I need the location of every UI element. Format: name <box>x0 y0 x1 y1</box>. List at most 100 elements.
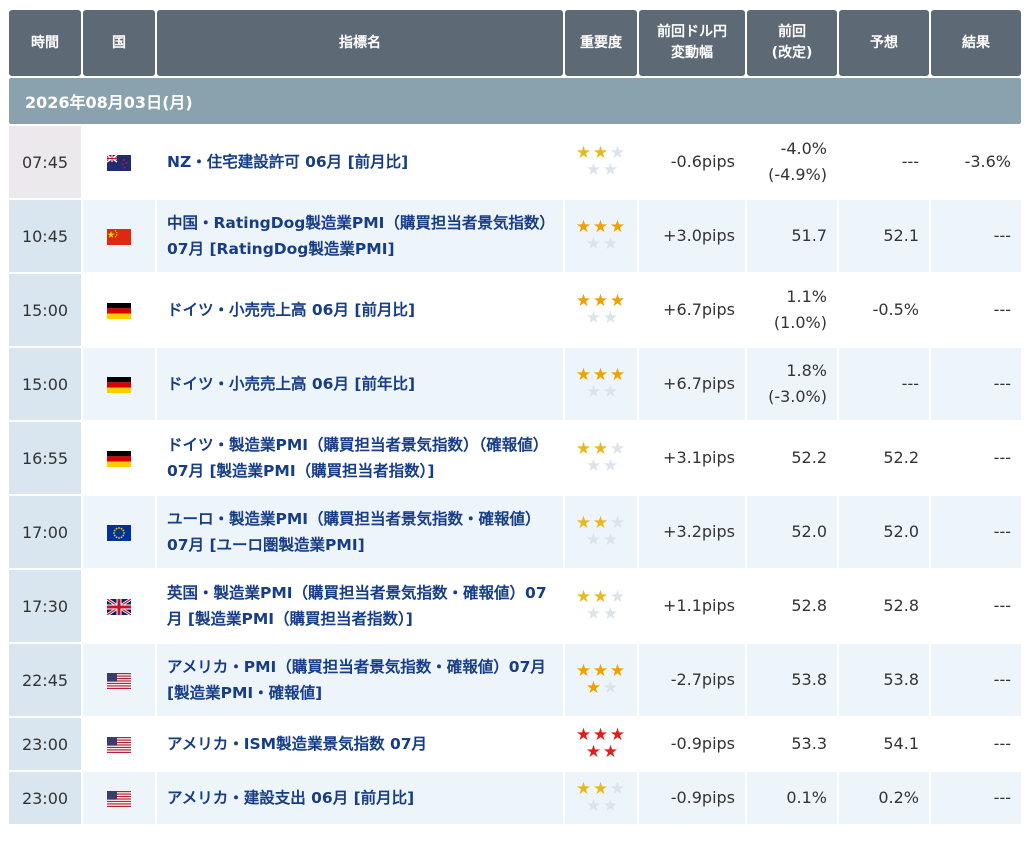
col-header-forecast: 予想 <box>839 10 929 76</box>
header-row: 時間 国 指標名 重要度 前回ドル円 変動幅 前回 (改定) 予想 結果 <box>9 10 1021 76</box>
country-flag-cell <box>83 200 155 272</box>
star-icon: ★ <box>602 604 618 624</box>
country-flag-cell <box>83 718 155 770</box>
forecast-value: 53.8 <box>839 644 929 716</box>
importance-stars: ★ ★ ★ ★ ★ <box>574 515 628 549</box>
germany-flag-icon <box>107 451 131 467</box>
us-flag-icon <box>107 791 131 807</box>
importance-stars: ★ ★ ★ ★ ★ <box>574 367 628 401</box>
previous-cell: 53.3 <box>747 718 837 770</box>
country-flag-cell <box>83 422 155 494</box>
event-row: 10:45 中国・RatingDog製造業PMI（購買担当者景気指数）07月 [R… <box>9 200 1021 272</box>
country-flag-cell <box>83 772 155 824</box>
importance-cell: ★ ★ ★ ★ ★ <box>565 644 637 716</box>
result-value: --- <box>931 772 1021 824</box>
previous-cell: 53.8 <box>747 644 837 716</box>
previous-value: 52.0 <box>791 522 827 541</box>
star-icon: ★ <box>585 796 601 816</box>
indicator-link[interactable]: アメリカ・建設支出 06月 [前月比] <box>167 789 414 807</box>
result-value: --- <box>931 718 1021 770</box>
prev-change-value: +3.1pips <box>639 422 745 494</box>
revised-value: (-3.0%) <box>768 387 827 406</box>
importance-stars: ★ ★ ★ ★ ★ <box>574 293 628 327</box>
col-header-previous: 前回 (改定) <box>747 10 837 76</box>
indicator-link[interactable]: 中国・RatingDog製造業PMI（購買担当者景気指数）07月 [Rating… <box>167 214 547 258</box>
importance-cell: ★ ★ ★ ★ ★ <box>565 718 637 770</box>
country-flag-cell <box>83 644 155 716</box>
prev-change-value: -2.7pips <box>639 644 745 716</box>
forecast-value: 0.2% <box>839 772 929 824</box>
event-row: 23:00 アメリカ・ISM製造業景気指数 07月 ★ ★ ★ ★ ★ -0.9pips 53.… <box>9 718 1021 770</box>
col-header-result: 結果 <box>931 10 1021 76</box>
previous-cell: 52.2 <box>747 422 837 494</box>
china-flag-icon <box>107 229 131 245</box>
event-row: 17:30 英国・製造業PMI（購買担当者景気指数・確報値）07月 [製造業PMI… <box>9 570 1021 642</box>
germany-flag-icon <box>107 303 131 319</box>
result-value: --- <box>931 200 1021 272</box>
indicator-link[interactable]: 英国・製造業PMI（購買担当者景気指数・確報値）07月 [製造業PMI（購買担当… <box>167 584 547 628</box>
event-time: 07:45 <box>9 126 81 198</box>
importance-cell: ★ ★ ★ ★ ★ <box>565 348 637 420</box>
col-header-importance: 重要度 <box>565 10 637 76</box>
result-value: --- <box>931 422 1021 494</box>
col-header-indicator: 指標名 <box>157 10 563 76</box>
prev-change-line1: 前回ドル円 <box>657 24 727 40</box>
forecast-value: -0.5% <box>839 274 929 346</box>
star-icon: ★ <box>602 456 618 476</box>
previous-value: 1.8% <box>786 361 827 380</box>
previous-value: 53.3 <box>791 734 827 753</box>
indicator-link[interactable]: NZ・住宅建設許可 06月 [前月比] <box>167 153 408 171</box>
star-icon: ★ <box>585 234 601 254</box>
indicator-link[interactable]: ドイツ・小売売上高 06月 [前年比] <box>167 375 415 393</box>
importance-stars: ★ ★ ★ ★ ★ <box>574 781 628 815</box>
event-time: 23:00 <box>9 772 81 824</box>
date-row: 2026年08月03日(月) <box>9 78 1021 124</box>
previous-value: 1.1% <box>786 287 827 306</box>
eu-flag-icon <box>107 525 131 541</box>
star-icon: ★ <box>585 456 601 476</box>
importance-cell: ★ ★ ★ ★ ★ <box>565 422 637 494</box>
result-value: -3.6% <box>931 126 1021 198</box>
event-time: 17:30 <box>9 570 81 642</box>
previous-cell: 0.1% <box>747 772 837 824</box>
forecast-value: 52.2 <box>839 422 929 494</box>
indicator-cell: ドイツ・小売売上高 06月 [前月比] <box>157 274 563 346</box>
previous-cell: 51.7 <box>747 200 837 272</box>
prev-change-value: +6.7pips <box>639 348 745 420</box>
event-row: 17:00 ユーロ・製造業PMI（購買担当者景気指数・確報値）07月 [ユーロ圏製… <box>9 496 1021 568</box>
star-icon: ★ <box>602 234 618 254</box>
country-flag-cell <box>83 496 155 568</box>
importance-stars: ★ ★ ★ ★ ★ <box>574 145 628 179</box>
indicator-link[interactable]: ドイツ・小売売上高 06月 [前月比] <box>167 301 415 319</box>
event-time: 22:45 <box>9 644 81 716</box>
indicator-link[interactable]: アメリカ・PMI（購買担当者景気指数・確報値）07月 [製造業PMI・確報値] <box>167 658 546 702</box>
indicator-link[interactable]: ドイツ・製造業PMI（購買担当者景気指数）（確報値）07月 [製造業PMI（購買… <box>167 436 548 480</box>
importance-cell: ★ ★ ★ ★ ★ <box>565 200 637 272</box>
star-icon: ★ <box>602 796 618 816</box>
event-row: 23:00 アメリカ・建設支出 06月 [前月比] ★ ★ ★ ★ ★ -0.9pips 0.1… <box>9 772 1021 824</box>
prev-change-value: +3.2pips <box>639 496 745 568</box>
indicator-link[interactable]: アメリカ・ISM製造業景気指数 07月 <box>167 735 427 753</box>
prev-change-value: -0.9pips <box>639 772 745 824</box>
previous-line1: 前回 <box>778 24 806 40</box>
result-value: --- <box>931 496 1021 568</box>
indicator-cell: アメリカ・建設支出 06月 [前月比] <box>157 772 563 824</box>
result-value: --- <box>931 348 1021 420</box>
event-row: 07:45 NZ・住宅建設許可 06月 [前月比] ★ ★ ★ ★ ★ -0.6pips -4.… <box>9 126 1021 198</box>
star-icon: ★ <box>602 308 618 328</box>
result-value: --- <box>931 644 1021 716</box>
prev-change-value: -0.9pips <box>639 718 745 770</box>
indicator-link[interactable]: ユーロ・製造業PMI（購買担当者景気指数・確報値）07月 [ユーロ圏製造業PMI… <box>167 510 541 554</box>
col-header-time: 時間 <box>9 10 81 76</box>
event-time: 15:00 <box>9 348 81 420</box>
us-flag-icon <box>107 737 131 753</box>
revised-value: (1.0%) <box>773 313 827 332</box>
importance-cell: ★ ★ ★ ★ ★ <box>565 496 637 568</box>
previous-cell: 1.1% (1.0%) <box>747 274 837 346</box>
previous-value: 51.7 <box>791 226 827 245</box>
forecast-value: 54.1 <box>839 718 929 770</box>
prev-change-value: +3.0pips <box>639 200 745 272</box>
col-header-prev-change: 前回ドル円 変動幅 <box>639 10 745 76</box>
previous-value: 52.2 <box>791 448 827 467</box>
indicator-cell: アメリカ・PMI（購買担当者景気指数・確報値）07月 [製造業PMI・確報値] <box>157 644 563 716</box>
